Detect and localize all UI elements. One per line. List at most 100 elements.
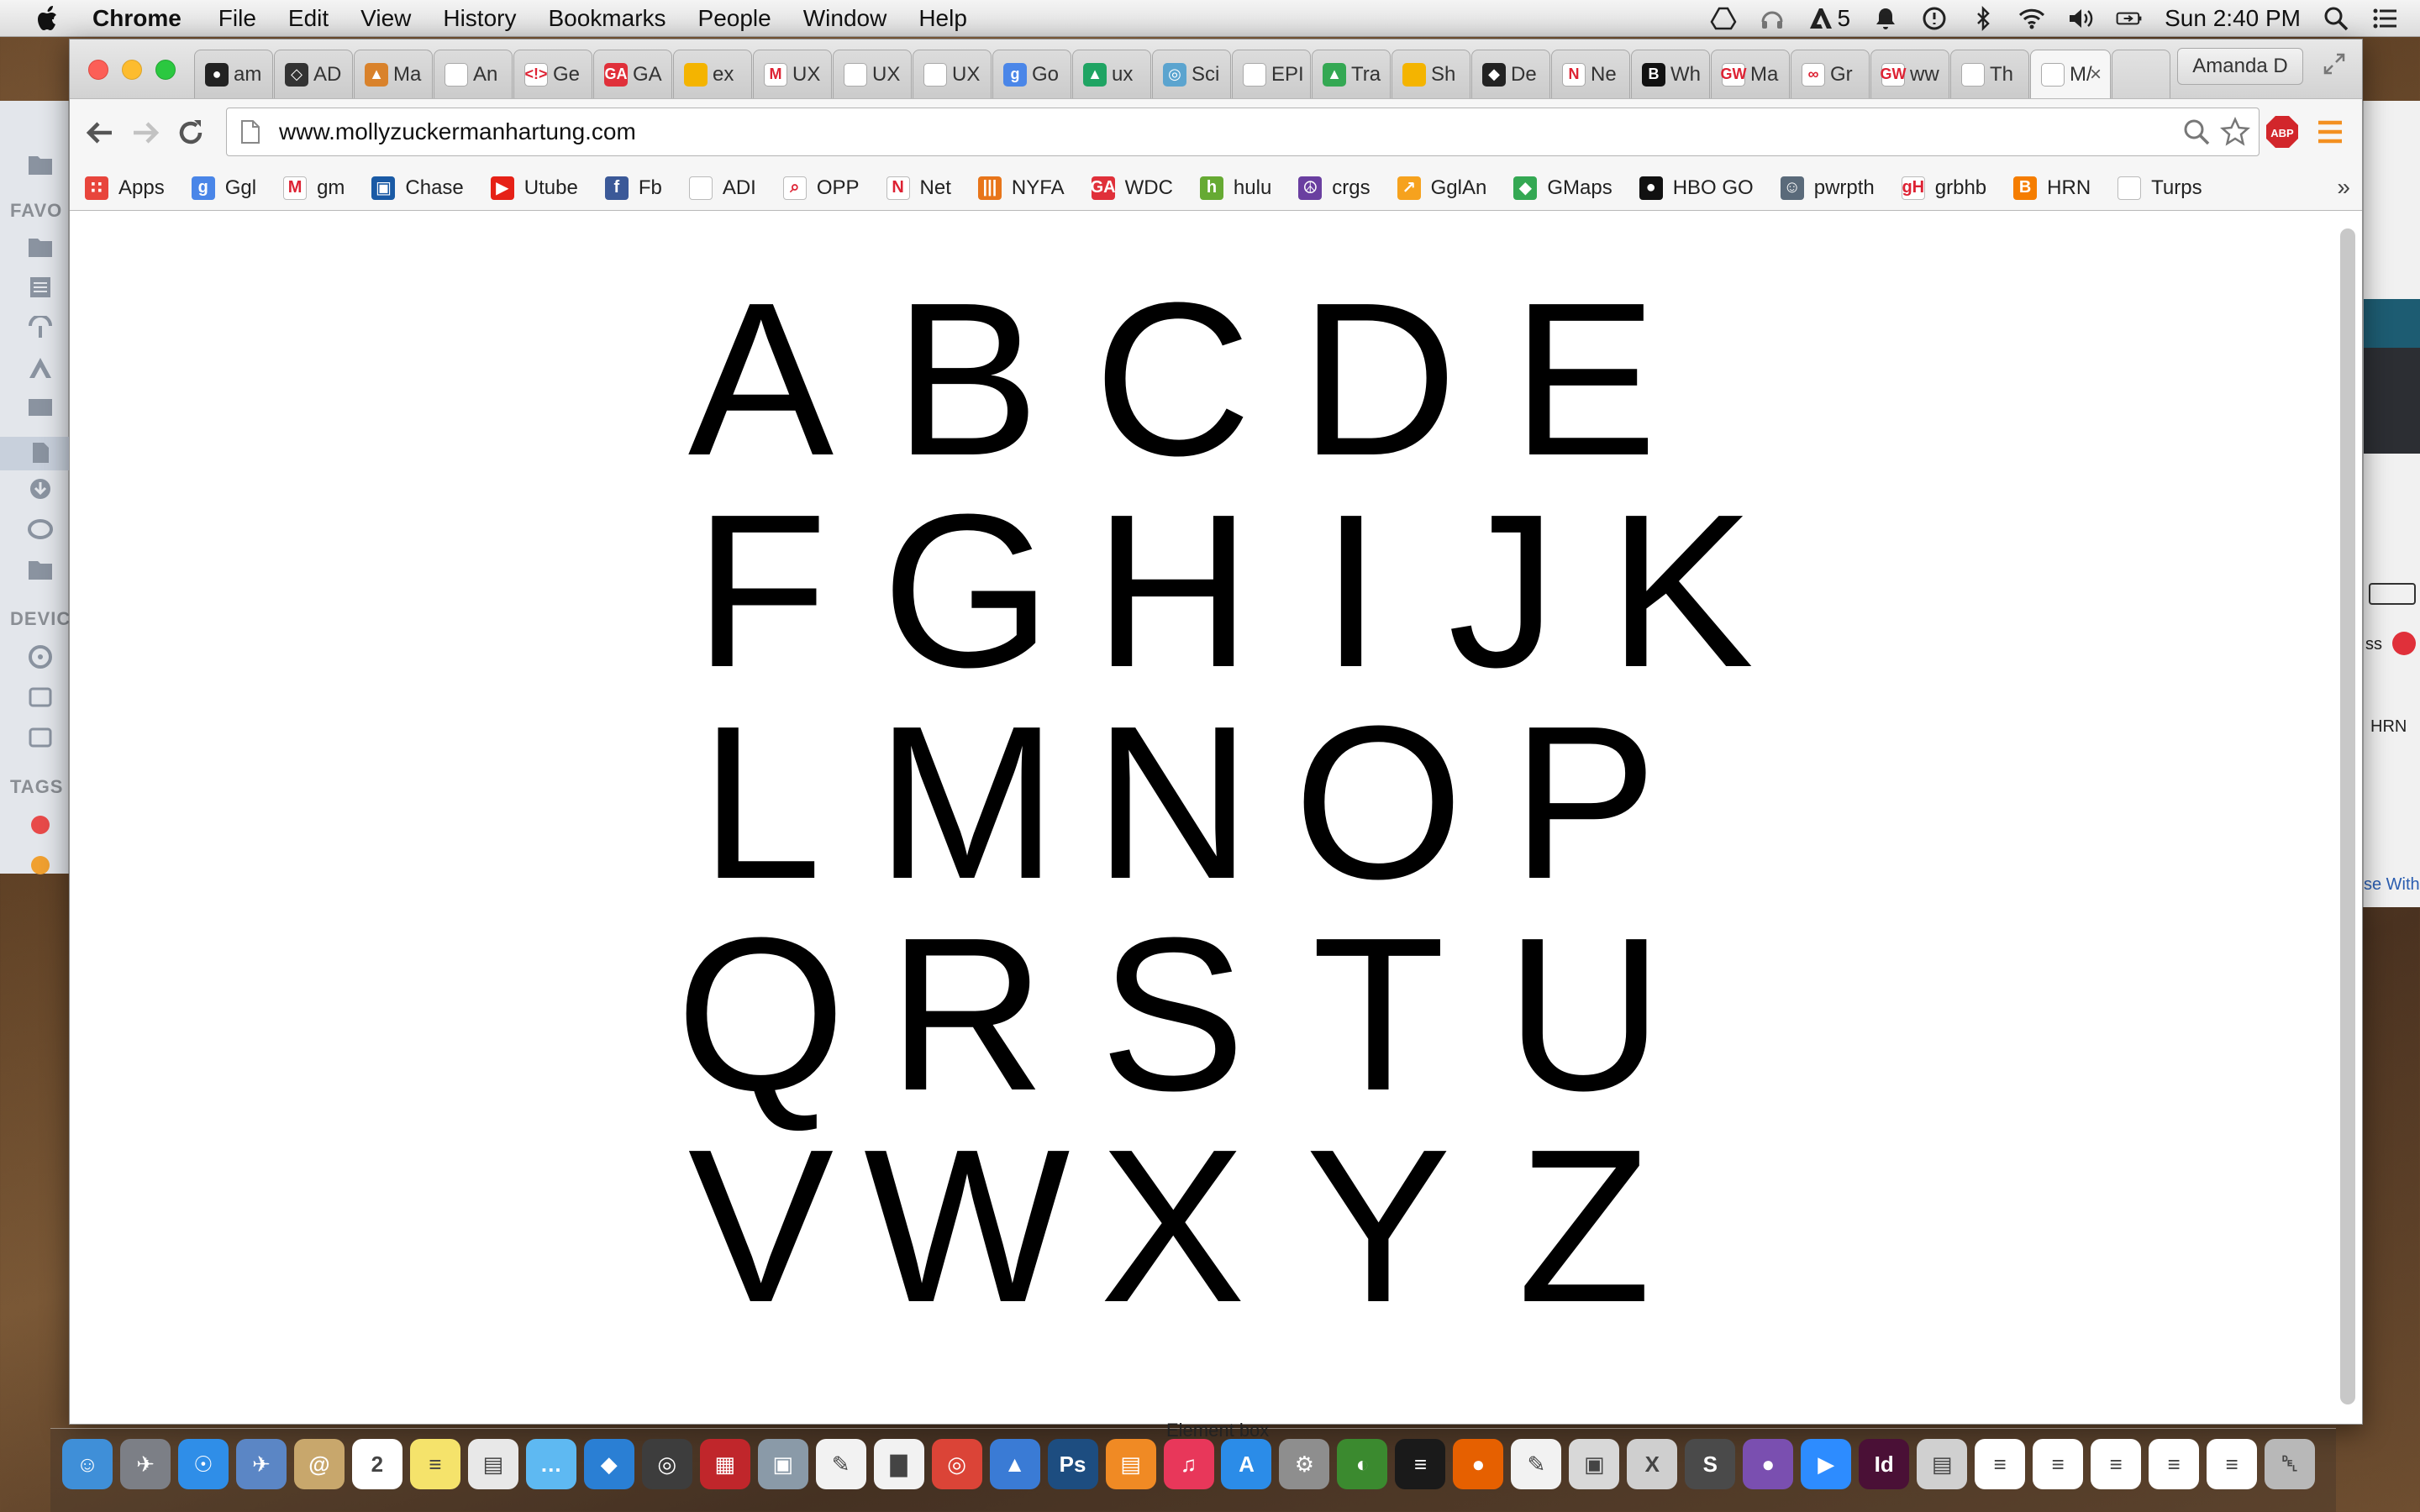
search-zoom-icon[interactable] xyxy=(2181,117,2212,147)
clock-text[interactable]: Sun 2:40 PM xyxy=(2165,5,2301,32)
downloads-icon[interactable] xyxy=(27,477,54,501)
menu-edit[interactable]: Edit xyxy=(288,5,329,32)
bookmark-turps[interactable]: Turps xyxy=(2118,176,2202,200)
new-tab-button[interactable] xyxy=(2112,50,2170,98)
window-close-button[interactable] xyxy=(88,60,108,80)
image-capture-icon[interactable]: ▣ xyxy=(757,1439,808,1489)
tab-6[interactable]: ex xyxy=(673,50,752,98)
bookmark-hrn[interactable]: B HRN xyxy=(2013,176,2091,200)
tab-9[interactable]: UX xyxy=(913,50,992,98)
tab-16[interactable]: ◆ De xyxy=(1471,50,1550,98)
notification-bell-icon[interactable] xyxy=(1872,5,1899,32)
volume-icon[interactable] xyxy=(2067,5,2094,32)
github-icon[interactable]: ● xyxy=(1743,1439,1794,1489)
airdrop-icon[interactable] xyxy=(27,314,54,339)
calendar-icon[interactable]: 2 xyxy=(351,1439,402,1489)
facetime-icon[interactable]: ◎ xyxy=(641,1439,692,1489)
tab-18[interactable]: B Wh xyxy=(1631,50,1710,98)
tab-1[interactable]: ◇ AD xyxy=(274,50,353,98)
textedit-icon[interactable]: ✎ xyxy=(815,1439,866,1489)
dropbox-icon[interactable]: ◆ xyxy=(583,1439,634,1489)
with-link[interactable]: se With xyxy=(2364,875,2420,895)
sublime-icon[interactable]: S xyxy=(1685,1439,1736,1489)
tab-17[interactable]: N Ne xyxy=(1551,50,1630,98)
menu-help[interactable]: Help xyxy=(918,5,967,32)
launchpad-icon[interactable]: ✈ xyxy=(119,1439,171,1489)
forward-arrow-icon[interactable] xyxy=(129,116,162,150)
zoom-icon[interactable]: ▶ xyxy=(1801,1439,1852,1489)
bookmark-opp[interactable]: ⌕ OPP xyxy=(782,176,860,200)
tab-8[interactable]: UX xyxy=(833,50,912,98)
pages-icon[interactable]: ✎ xyxy=(1511,1439,1562,1489)
contacts-icon[interactable]: @ xyxy=(293,1439,345,1489)
bookmark-gm[interactable]: Mgm xyxy=(283,176,345,200)
notification-center-icon[interactable] xyxy=(2371,5,2398,32)
tab-14[interactable]: ▲ Tra xyxy=(1312,50,1391,98)
system-prefs-icon[interactable]: ⚙ xyxy=(1279,1439,1330,1489)
adblock-plus-icon[interactable]: ABP xyxy=(2265,114,2300,150)
ga-icon[interactable] xyxy=(2392,632,2416,655)
globe-icon[interactable]: ◐ xyxy=(1337,1439,1388,1489)
red-tag-icon[interactable] xyxy=(27,813,54,837)
bookmark-net[interactable]: N Net xyxy=(886,176,951,200)
apple-menu-icon[interactable] xyxy=(34,3,64,34)
folder-icon[interactable] xyxy=(27,235,54,259)
tab-15[interactable]: Sh xyxy=(1392,50,1470,98)
bookmark-wdc[interactable]: GA WDC xyxy=(1091,176,1173,200)
window-zoom-button[interactable] xyxy=(155,60,176,80)
keynote-icon[interactable]: ▲ xyxy=(989,1439,1040,1489)
document-icon[interactable]: ≡ xyxy=(2091,1439,2142,1489)
menu-window[interactable]: Window xyxy=(803,5,887,32)
drive-icon[interactable] xyxy=(27,726,54,749)
tab-21[interactable]: GW ww xyxy=(1870,50,1949,98)
documents-icon[interactable] xyxy=(27,276,54,299)
downloads-stack-icon[interactable]: ▤ xyxy=(1917,1439,1968,1489)
spotlight-search-icon[interactable] xyxy=(2323,5,2349,32)
fullscreen-icon[interactable] xyxy=(2322,51,2347,76)
bookmark-hulu[interactable]: h hulu xyxy=(1199,176,1271,200)
menu-bookmarks[interactable]: Bookmarks xyxy=(548,5,666,32)
appstore-icon[interactable]: A xyxy=(1221,1439,1272,1489)
menu-history[interactable]: History xyxy=(443,5,516,32)
wifi-icon[interactable] xyxy=(2018,5,2045,32)
firefox-icon[interactable]: ● xyxy=(1453,1439,1504,1489)
url-text[interactable]: www.mollyzuckermanhartung.com xyxy=(279,118,636,145)
document-icon[interactable]: ≡ xyxy=(2207,1439,2258,1489)
creative-cloud-icon[interactable] xyxy=(27,517,54,541)
preview-icon[interactable]: ▤ xyxy=(467,1439,518,1489)
tab-close-icon[interactable]: × xyxy=(2090,63,2102,87)
spotify-icon[interactable]: ≡ xyxy=(1395,1439,1446,1489)
bookmark-utube[interactable]: ▶ Utube xyxy=(490,176,578,200)
messages-icon[interactable]: … xyxy=(525,1439,576,1489)
bookmark-apps[interactable]: ∷ Apps xyxy=(85,176,165,200)
trash-icon[interactable]: ␡ xyxy=(2265,1439,2316,1489)
tab-23[interactable]: M/× xyxy=(2030,50,2111,98)
google-drive-status-icon[interactable] xyxy=(1710,5,1737,32)
chrome-menu-icon[interactable] xyxy=(2315,118,2345,146)
window-minimize-button[interactable] xyxy=(122,60,142,80)
applications-icon[interactable] xyxy=(27,356,54,380)
vertical-scrollbar[interactable] xyxy=(2340,228,2355,1404)
photoshop-icon[interactable]: Ps xyxy=(1047,1439,1098,1489)
reload-icon[interactable] xyxy=(174,116,208,150)
disk-icon[interactable] xyxy=(27,645,54,669)
tab-22[interactable]: Th xyxy=(1950,50,2029,98)
iphoto-icon[interactable]: ▣ xyxy=(1569,1439,1620,1489)
adobe-status-icon[interactable]: 5 xyxy=(1807,5,1850,32)
bookmark-grbhb[interactable]: gH grbhb xyxy=(1901,176,1986,200)
menu-file[interactable]: File xyxy=(218,5,256,32)
tab-5[interactable]: GA GA xyxy=(593,50,672,98)
tab-12[interactable]: ◎ Sci xyxy=(1152,50,1231,98)
back-arrow-icon[interactable] xyxy=(83,116,117,150)
photobooth-icon[interactable]: ▦ xyxy=(699,1439,750,1489)
drive-icon[interactable] xyxy=(27,685,54,709)
tab-2[interactable]: ▲ Ma xyxy=(354,50,433,98)
headphones-status-icon[interactable] xyxy=(1759,5,1786,32)
mail-bird-icon[interactable]: ✈ xyxy=(235,1439,287,1489)
document-icon[interactable]: ≡ xyxy=(2149,1439,2200,1489)
battery-icon[interactable] xyxy=(2116,5,2143,32)
tab-3[interactable]: An xyxy=(434,50,513,98)
time-machine-icon[interactable] xyxy=(1921,5,1948,32)
finder-icon[interactable]: ☺ xyxy=(62,1439,113,1489)
bookmark-crgs[interactable]: ☮ crgs xyxy=(1298,176,1370,200)
